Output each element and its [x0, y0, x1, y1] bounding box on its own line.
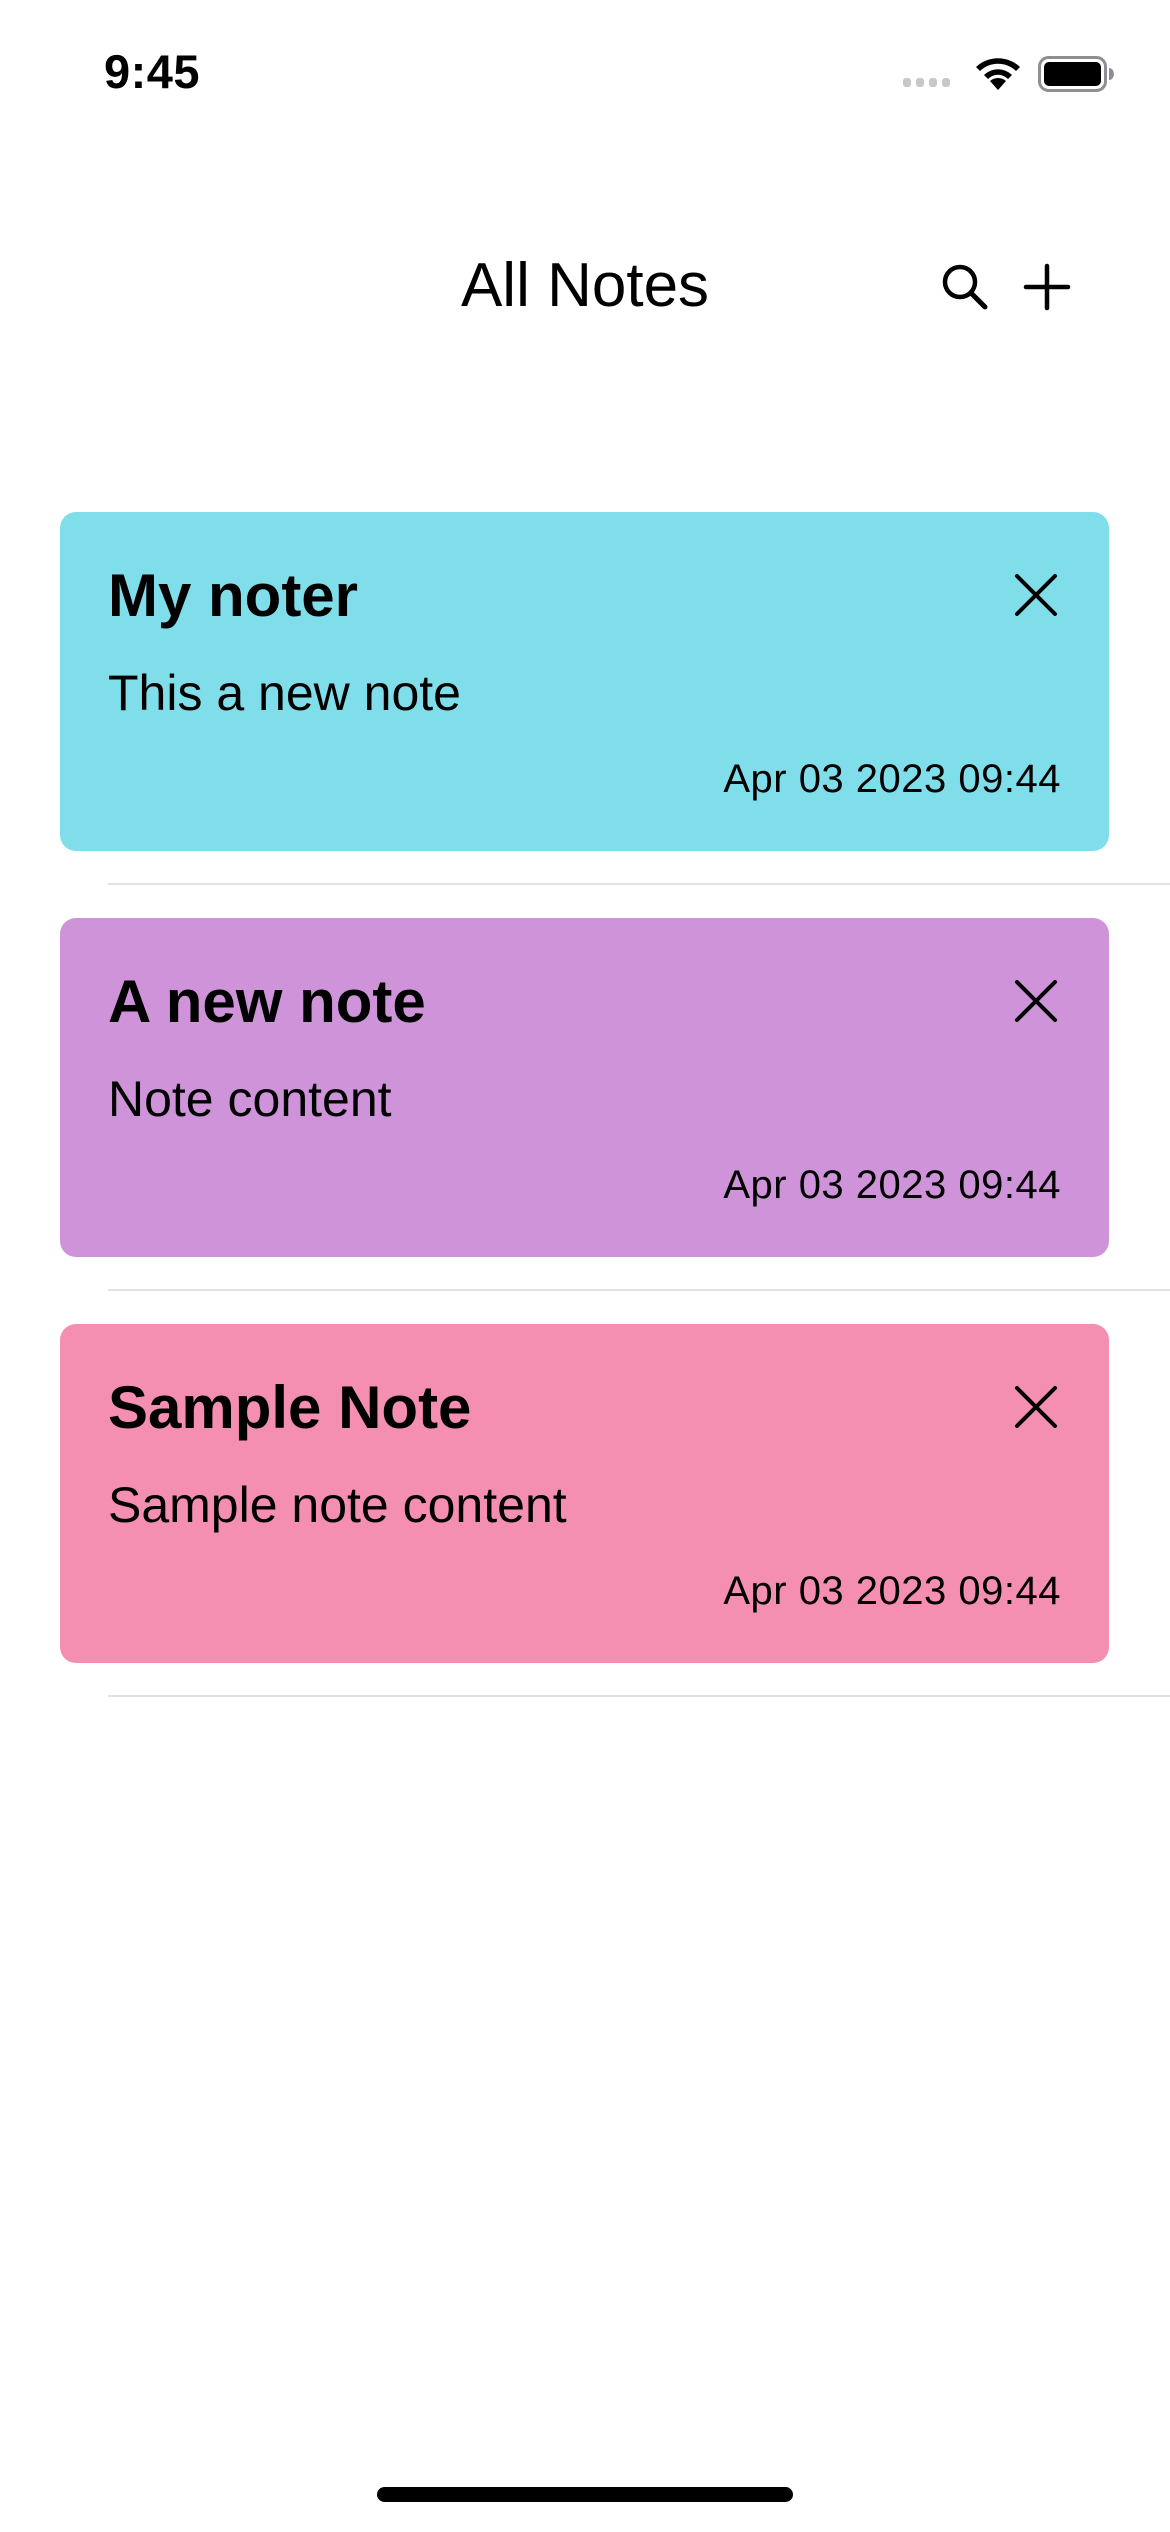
note-content: Sample note content: [108, 1477, 567, 1533]
status-time: 9:45: [104, 45, 201, 98]
divider: [108, 883, 1170, 885]
note-content: Note content: [108, 1071, 392, 1127]
divider: [108, 1695, 1170, 1697]
close-icon: [1015, 1386, 1057, 1428]
search-icon: [942, 264, 988, 310]
delete-note-button[interactable]: [1003, 1374, 1069, 1440]
battery-icon: [1038, 56, 1114, 92]
note-date: Apr 03 2023 09:44: [723, 757, 1061, 801]
note-card[interactable]: A new note Note content Apr 03 2023 09:4…: [60, 918, 1109, 1257]
delete-note-button[interactable]: [1003, 562, 1069, 628]
note-date: Apr 03 2023 09:44: [723, 1569, 1061, 1613]
note-title: My noter: [108, 562, 359, 629]
wifi-icon: [976, 58, 1020, 90]
search-button[interactable]: [930, 252, 1000, 322]
note-date: Apr 03 2023 09:44: [723, 1163, 1061, 1207]
add-note-button[interactable]: [1012, 252, 1082, 322]
note-card[interactable]: My noter This a new note Apr 03 2023 09:…: [60, 512, 1109, 851]
note-content: This a new note: [108, 665, 461, 721]
plus-icon: [1023, 263, 1071, 311]
divider: [108, 1289, 1170, 1291]
status-bar: 9:45: [0, 0, 1170, 150]
home-indicator[interactable]: [377, 2487, 793, 2502]
close-icon: [1015, 980, 1057, 1022]
cellular-signal-icon: [903, 78, 950, 87]
note-card[interactable]: Sample Note Sample note content Apr 03 2…: [60, 1324, 1109, 1663]
note-title: Sample Note: [108, 1374, 472, 1441]
delete-note-button[interactable]: [1003, 968, 1069, 1034]
note-title: A new note: [108, 968, 426, 1035]
close-icon: [1015, 574, 1057, 616]
